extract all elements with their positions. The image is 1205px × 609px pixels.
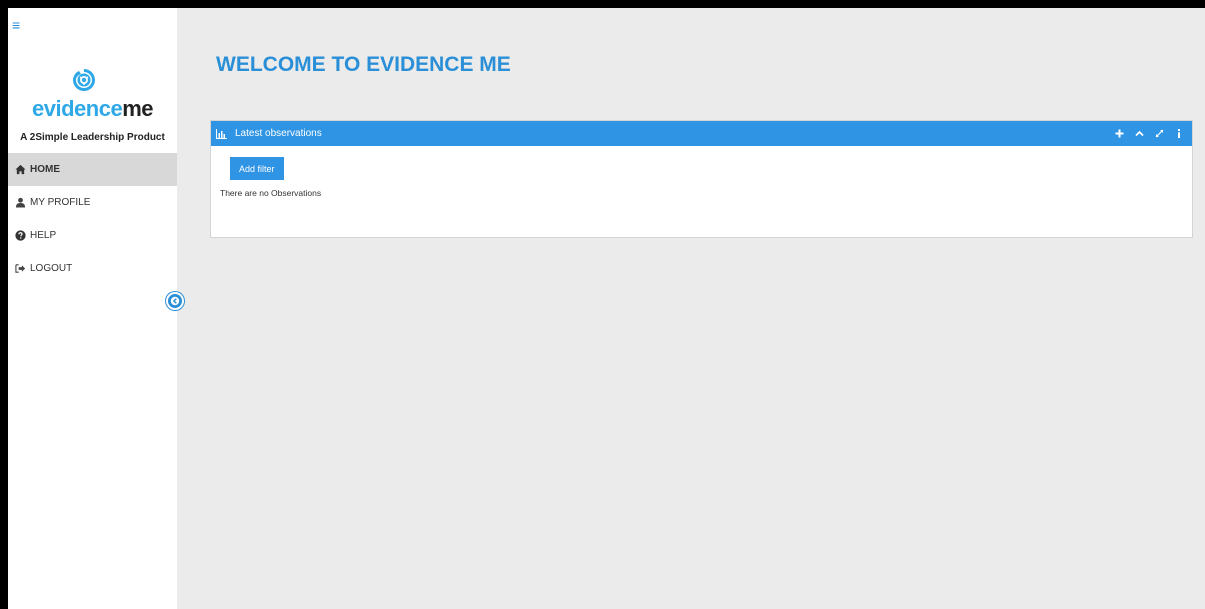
home-icon [14, 164, 26, 176]
logo-tagline: A 2Simple Leadership Product [20, 132, 165, 143]
plus-icon[interactable] [1114, 128, 1124, 140]
evidence-me-logo-icon [72, 68, 96, 92]
expand-icon[interactable] [1154, 128, 1164, 140]
sidebar-item-label: MY PROFILE [30, 197, 91, 208]
sidebar-item-logout[interactable]: LOGOUT [8, 252, 177, 285]
sidebar: ≡ evidenceme A 2Simple Leadership Produc… [8, 8, 177, 609]
sidebar-item-label: HELP [30, 230, 57, 241]
widget-toolbar [1114, 128, 1192, 140]
empty-observations-message: There are no Observations [220, 188, 322, 198]
chevron-up-icon[interactable] [1134, 128, 1144, 140]
user-icon [14, 197, 26, 209]
app-frame: ≡ evidenceme A 2Simple Leadership Produc… [8, 8, 1205, 609]
sidebar-item-label: HOME [30, 164, 60, 175]
logo-wordmark: evidenceme [8, 96, 177, 122]
bar-chart-icon [216, 128, 227, 139]
sidebar-item-my-profile[interactable]: MY PROFILE [8, 186, 177, 219]
sidebar-item-home[interactable]: HOME [8, 153, 177, 186]
page-title: WELCOME TO EVIDENCE ME [216, 53, 511, 76]
sidebar-item-label: LOGOUT [30, 263, 73, 274]
sidebar-item-help[interactable]: HELP [8, 219, 177, 252]
help-icon [14, 230, 26, 242]
logout-icon [14, 263, 26, 275]
logo-text-part2: me [122, 96, 153, 121]
logo-text-part1: evidence [32, 96, 123, 121]
sidebar-nav: HOME MY PROFILE HELP LOGOUT [8, 153, 177, 285]
collapse-sidebar-button[interactable] [166, 292, 184, 310]
arrow-left-circle-icon [170, 296, 180, 306]
widget-title: Latest observations [235, 128, 322, 139]
latest-observations-widget: Latest observations Add filter There are… [210, 120, 1193, 238]
widget-header: Latest observations [211, 121, 1192, 146]
info-icon[interactable] [1174, 128, 1184, 140]
add-filter-button[interactable]: Add filter [230, 157, 284, 180]
hamburger-icon[interactable]: ≡ [12, 18, 20, 32]
